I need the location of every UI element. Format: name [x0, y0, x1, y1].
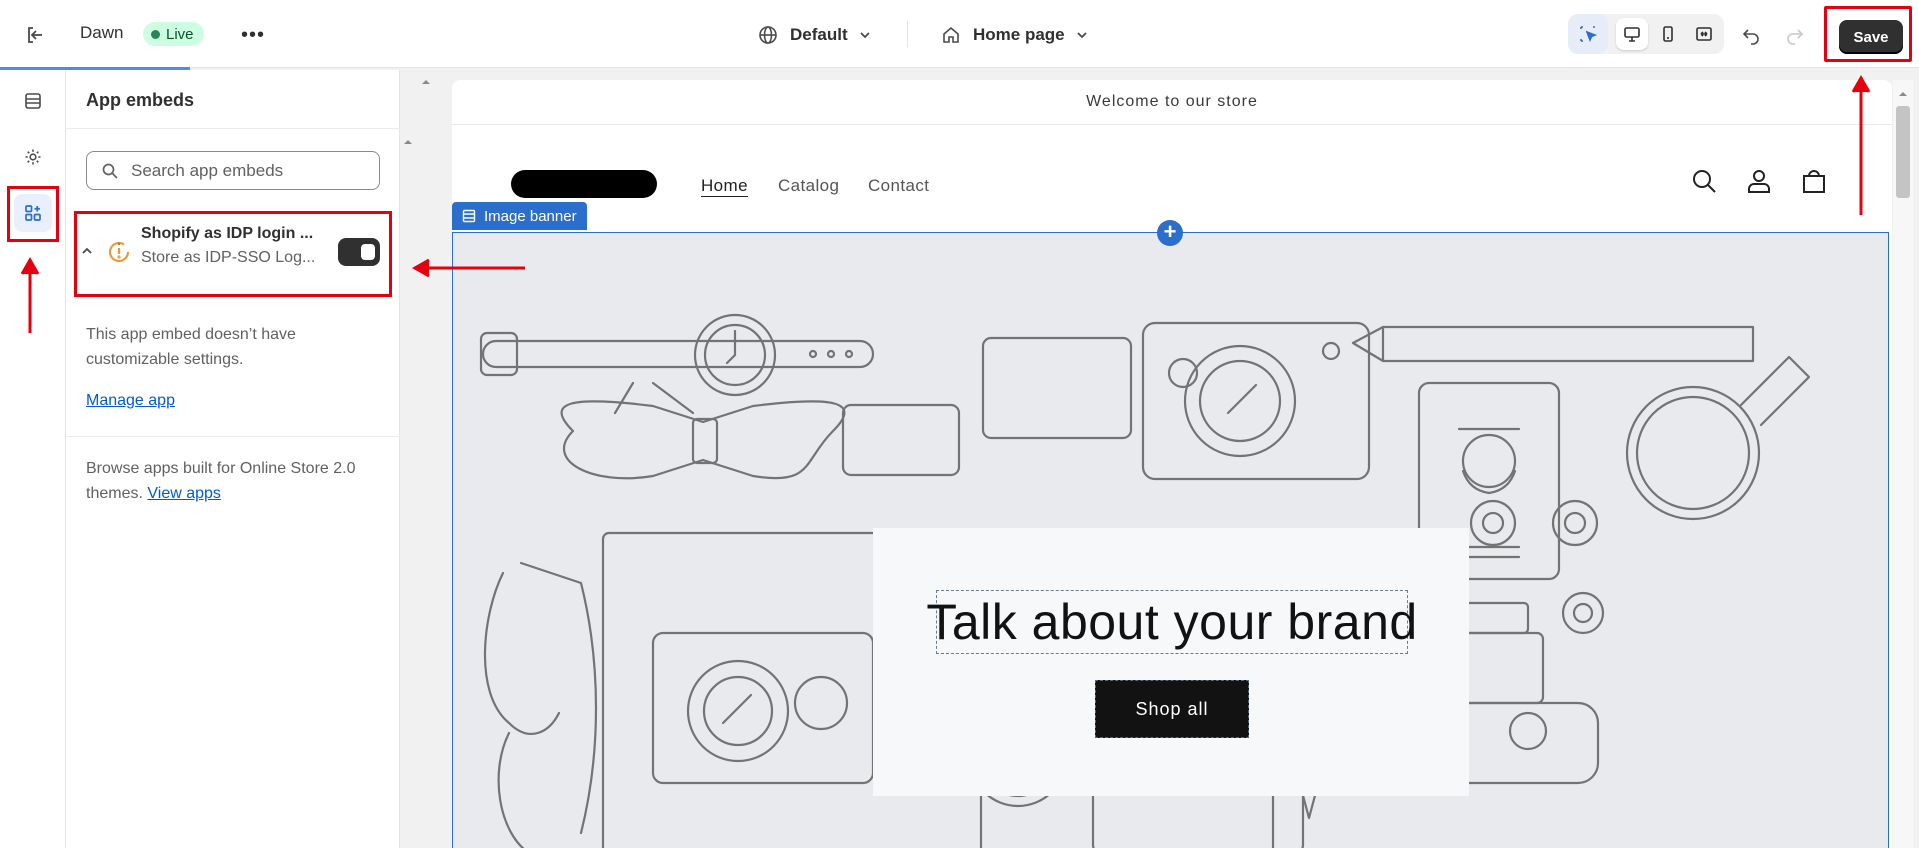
arrowhead-icon — [20, 256, 40, 275]
arrowhead-icon — [1851, 74, 1871, 93]
arrowhead-icon — [411, 258, 430, 278]
annotation-arrows — [20, 74, 1871, 333]
add-section-button[interactable]: + — [1157, 220, 1183, 246]
